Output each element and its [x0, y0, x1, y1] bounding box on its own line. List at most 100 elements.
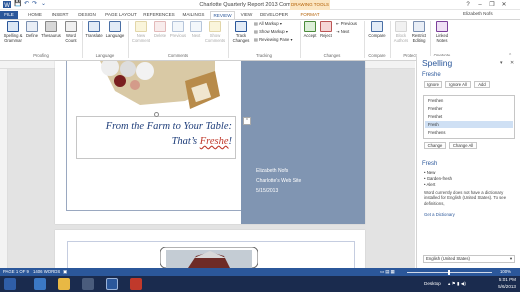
help-button[interactable]: ? [462, 2, 474, 8]
compare-label: Compare [368, 33, 386, 38]
group-language-label: Language [95, 53, 115, 58]
tab-view[interactable]: VIEW [237, 11, 256, 19]
tab-references[interactable]: REFERENCES [143, 11, 175, 19]
all-markup-dropdown[interactable]: ▤ All Markup ▾ [254, 21, 282, 27]
suggestion-item[interactable]: Freshet [425, 113, 513, 120]
language-label: Language [105, 33, 125, 38]
define-icon [26, 21, 38, 32]
group-proofing-label: Proofing [33, 53, 49, 58]
restrict-editing-label: Restrict Editing [411, 33, 427, 43]
group-divider [228, 21, 229, 58]
tab-mailings[interactable]: MAILINGS [180, 11, 207, 19]
system-tray-icons[interactable]: ▴ ⚑ ▮ ◀) [448, 281, 466, 287]
next-comment-icon [190, 21, 202, 32]
accept-button[interactable]: Accept [302, 21, 318, 38]
get-dictionary-link[interactable]: Get a Dictionary [424, 212, 455, 217]
linked-notes-button[interactable]: Linked Notes [432, 21, 452, 43]
word-taskbar-icon[interactable] [106, 278, 118, 290]
suggestion-item-selected[interactable]: Fresh [425, 121, 513, 128]
restrict-editing-button[interactable]: Restrict Editing [410, 21, 428, 43]
tab-design[interactable]: DESIGN [76, 11, 98, 19]
reviewing-pane-dropdown[interactable]: ▤ Reviewing Pane ▾ [254, 37, 293, 43]
app-taskbar-icon[interactable] [130, 278, 142, 290]
spelling-grammar-button[interactable]: Spelling & Grammar [2, 21, 24, 43]
track-changes-label: Track Changes [232, 33, 250, 43]
thesaurus-icon [45, 21, 57, 32]
zoom-slider-thumb[interactable] [448, 270, 450, 275]
barn-photo-image[interactable] [160, 247, 258, 268]
tab-home[interactable]: HOME [26, 11, 44, 19]
language-select[interactable]: English (United States) ▾ [423, 255, 515, 263]
page-count-status[interactable]: PAGE 1 OF 9 [3, 269, 29, 274]
pane-options-icon[interactable]: ▾ [500, 60, 503, 66]
cover-author: Elizabeth Nofs [256, 168, 289, 174]
desktop-toolbar[interactable]: Desktop [424, 281, 441, 286]
zoom-level[interactable]: 100% [500, 269, 511, 274]
show-markup-dropdown[interactable]: ▤ Show Markup ▾ [254, 29, 288, 35]
suggestion-item[interactable]: Fresher [425, 105, 513, 112]
thesaurus-button[interactable]: Thesaurus [40, 21, 62, 38]
proofing-status-icon[interactable]: ▣ [63, 269, 67, 275]
internet-explorer-icon[interactable] [34, 278, 46, 290]
tab-developer[interactable]: DEVELOPER [259, 11, 289, 19]
tab-file[interactable]: FILE [0, 11, 18, 19]
view-modes-icon[interactable]: ▭ ▤ ▦ [380, 269, 395, 275]
start-button-icon[interactable] [4, 278, 16, 290]
file-explorer-icon[interactable] [58, 278, 70, 290]
minimize-button[interactable]: – [474, 2, 486, 8]
reject-icon [320, 21, 332, 32]
next-change-button[interactable]: ⇥ Next [336, 29, 349, 35]
synonym-item: • Alert [424, 182, 436, 187]
vertical-ruler[interactable] [0, 69, 8, 268]
restore-button[interactable]: ❐ [486, 1, 498, 8]
delete-comment-icon [154, 21, 166, 32]
headline-exclamation: ! [228, 136, 233, 147]
produce-crate-image[interactable] [90, 61, 220, 114]
word-count-button[interactable]: Word Count [62, 21, 80, 43]
tab-page-layout[interactable]: PAGE LAYOUT [104, 11, 138, 19]
cover-date: 5/15/2013 [256, 188, 279, 194]
block-authors-button[interactable]: Block Authors [392, 21, 410, 43]
language-button[interactable]: Language [104, 21, 126, 38]
add-button[interactable]: Add [474, 81, 490, 88]
user-name[interactable]: Elizabeth Nofs [463, 11, 493, 16]
reject-button[interactable]: Reject [318, 21, 334, 38]
synonym-text: Alert [426, 182, 436, 187]
define-button[interactable]: Define [24, 21, 40, 38]
ignore-all-button[interactable]: Ignore All [445, 81, 471, 88]
suggestions-list[interactable]: Freshen Fresher Freshet Fresh Freshens [423, 95, 515, 139]
layout-options-icon[interactable]: ⌃ [243, 117, 251, 125]
delete-comment-button[interactable]: Delete [152, 21, 168, 38]
group-divider [364, 21, 365, 58]
misspelled-word[interactable]: Freshe [200, 136, 229, 147]
previous-comment-icon [172, 21, 184, 32]
spelling-pane-title: Spelling [422, 58, 453, 68]
previous-change-button[interactable]: ⇤ Previous [336, 21, 357, 27]
block-authors-icon [395, 21, 407, 32]
suggestion-item[interactable]: Freshen [425, 97, 513, 104]
group-tracking-label: Tracking [256, 53, 272, 58]
tab-insert[interactable]: INSERT [50, 11, 70, 19]
previous-comment-button[interactable]: Previous [168, 21, 188, 38]
tab-format[interactable]: FORMAT [298, 11, 322, 19]
suggestion-item[interactable]: Freshens [425, 129, 513, 136]
ignore-button[interactable]: Ignore [424, 81, 442, 88]
new-comment-button[interactable]: New Comment [130, 21, 152, 43]
clock-date[interactable]: 5/6/2013 [490, 284, 516, 289]
close-button[interactable]: ✕ [498, 1, 510, 8]
clock-time[interactable]: 5:01 PM [490, 277, 516, 282]
rotate-handle-icon[interactable] [154, 112, 159, 117]
word-count-status[interactable]: 1406 WORDS [33, 269, 60, 274]
change-button[interactable]: Change [424, 142, 446, 149]
tab-review[interactable]: REVIEW [210, 11, 235, 19]
pane-close-icon[interactable]: ✕ [510, 60, 514, 66]
translate-button[interactable]: Translate [84, 21, 104, 38]
compare-button[interactable]: Compare [366, 21, 388, 38]
show-comments-button[interactable]: Show Comments [204, 21, 226, 43]
track-changes-button[interactable]: Track Changes [230, 21, 252, 43]
media-icon[interactable] [82, 278, 94, 290]
translate-label: Translate [85, 33, 103, 38]
delete-comment-label: Delete [153, 33, 167, 38]
change-all-button[interactable]: Change All [449, 142, 477, 149]
next-comment-button[interactable]: Next [188, 21, 204, 38]
